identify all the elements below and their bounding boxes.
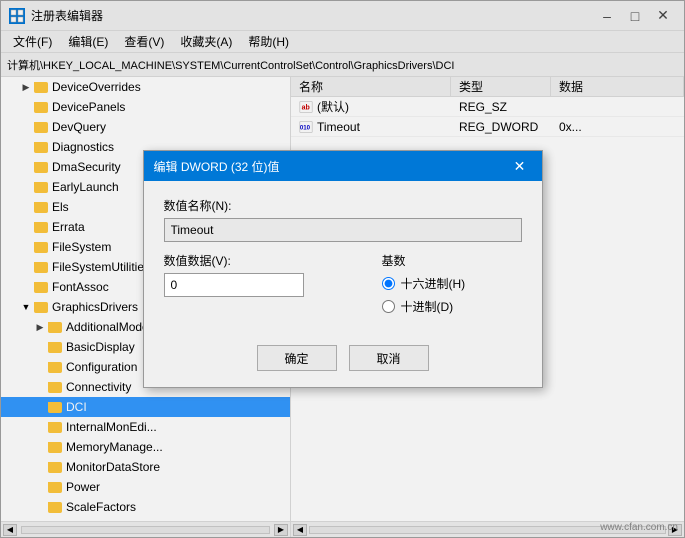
dec-radio-text: 十进制(D) <box>401 298 454 315</box>
confirm-button[interactable]: 确定 <box>257 345 337 371</box>
dialog-body: 数值名称(N): 数值数据(V): 基数 十六进制(H) <box>144 181 542 337</box>
data-field-input[interactable] <box>164 273 304 297</box>
hex-radio[interactable] <box>382 277 395 290</box>
hex-radio-text: 十六进制(H) <box>401 275 466 292</box>
name-field-input[interactable] <box>164 218 522 242</box>
cancel-button[interactable]: 取消 <box>349 345 429 371</box>
hex-radio-label[interactable]: 十六进制(H) <box>382 275 522 292</box>
base-section: 基数 十六进制(H) 十进制(D) <box>382 252 522 321</box>
edit-dword-dialog: 编辑 DWORD (32 位)值 ✕ 数值名称(N): 数值数据(V): <box>143 150 543 388</box>
main-window: 注册表编辑器 – □ ✕ 文件(F) 编辑(E) 查看(V) 收藏夹(A) 帮助… <box>0 0 685 538</box>
name-field-label: 数值名称(N): <box>164 197 522 214</box>
dialog-footer: 确定 取消 <box>144 337 542 387</box>
name-field-group: 数值名称(N): <box>164 197 522 242</box>
dialog-overlay: 编辑 DWORD (32 位)值 ✕ 数值名称(N): 数值数据(V): <box>1 1 684 537</box>
dialog-close-button[interactable]: ✕ <box>508 155 532 177</box>
base-group-title: 基数 <box>382 252 522 269</box>
value-section: 数值数据(V): <box>164 252 362 297</box>
data-base-row: 数值数据(V): 基数 十六进制(H) 十进制(D) <box>164 252 522 321</box>
dec-radio[interactable] <box>382 300 395 313</box>
dialog-title-bar: 编辑 DWORD (32 位)值 ✕ <box>144 151 542 181</box>
data-field-label: 数值数据(V): <box>164 252 362 269</box>
dec-radio-label[interactable]: 十进制(D) <box>382 298 522 315</box>
dialog-title: 编辑 DWORD (32 位)值 <box>154 158 280 175</box>
